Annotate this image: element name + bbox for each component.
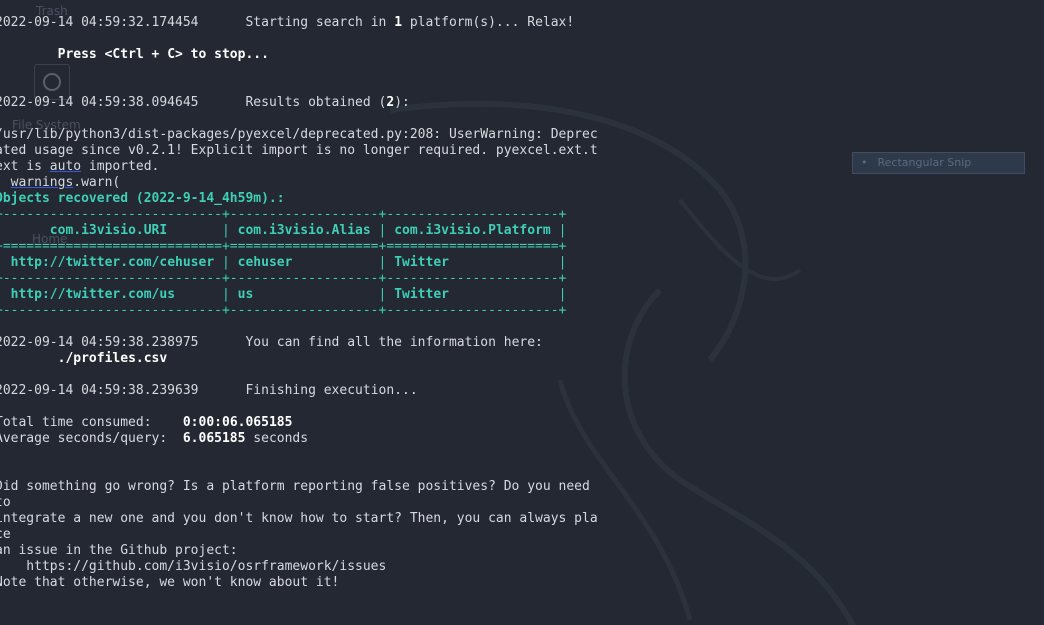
finish-message: Finishing execution... bbox=[245, 383, 418, 398]
github-issues-link[interactable]: https://github.com/i3visio/osrframework/… bbox=[0, 559, 386, 574]
table-header-platform: com.i3visio.Platform bbox=[394, 223, 551, 238]
warning-line-1: /usr/lib/python3/dist-packages/pyexcel/d… bbox=[0, 127, 598, 142]
window-dot-icon: • bbox=[861, 156, 868, 169]
objects-recovered-heading: Objects recovered (2022-9-14_4h59m).: bbox=[0, 191, 285, 206]
table-row-1-uri: http://twitter.com/cehuser bbox=[10, 255, 215, 270]
help-line-2: to bbox=[0, 495, 11, 510]
table-row-1-alias: cehuser bbox=[237, 255, 293, 270]
warning-line-3b: auto bbox=[49, 159, 82, 174]
table-row-2-alias: us bbox=[237, 287, 254, 302]
panel-tab-rectangular-snip[interactable]: • Rectangular Snip bbox=[852, 152, 1025, 174]
average-label: Average seconds/query: bbox=[0, 431, 168, 446]
warning-line-3a: ext is bbox=[0, 159, 50, 174]
press-stop-hint: Press <Ctrl + C> to stop... bbox=[57, 47, 269, 62]
search-prefix: Starting search in bbox=[245, 15, 395, 30]
average-unit: seconds bbox=[245, 431, 309, 446]
search-suffix: platform(s)... Relax! bbox=[402, 15, 575, 30]
warning-line-4a bbox=[0, 175, 11, 190]
table-row-2-uri: http://twitter.com/us bbox=[10, 287, 176, 302]
profiles-path: ./profiles.csv bbox=[57, 351, 168, 366]
total-time-value: 0:00:06.065185 bbox=[182, 415, 293, 430]
find-message: You can find all the information here: bbox=[245, 335, 543, 350]
warning-line-3c: imported. bbox=[81, 159, 160, 174]
help-line-5: an issue in the Github project: bbox=[0, 543, 238, 558]
terminal-output[interactable]: 2022-09-14 04:59:32.174454 Starting sear… bbox=[0, 15, 598, 591]
table-header-alias: com.i3visio.Alias bbox=[237, 223, 371, 238]
panel-tab-label: Rectangular Snip bbox=[877, 156, 972, 169]
table-row-1-platform: Twitter bbox=[394, 255, 449, 270]
results-timestamp: 2022-09-14 04:59:38.094645 bbox=[0, 95, 199, 110]
total-time-label: Total time consumed: bbox=[0, 415, 152, 430]
table-header-uri: com.i3visio.URI bbox=[49, 223, 168, 238]
results-prefix: Results obtained ( bbox=[245, 95, 387, 110]
table-border-header: +============================+==========… bbox=[0, 239, 567, 254]
average-value: 6.065185 bbox=[182, 431, 246, 446]
search-timestamp: 2022-09-14 04:59:32.174454 bbox=[0, 15, 199, 30]
finish-timestamp: 2022-09-14 04:59:38.239639 bbox=[0, 383, 199, 398]
warning-line-4b: warnings bbox=[10, 175, 74, 190]
warning-line-4c: .warn( bbox=[73, 175, 121, 190]
help-line-3: integrate a new one and you don't know h… bbox=[0, 511, 598, 526]
table-border-top: +----------------------------+----------… bbox=[0, 207, 567, 222]
warning-line-2: ated usage since v0.2.1! Explicit import… bbox=[0, 143, 598, 158]
search-platform-count: 1 bbox=[394, 15, 403, 30]
results-count: 2 bbox=[386, 95, 395, 110]
table-border-row: +----------------------------+----------… bbox=[0, 271, 567, 286]
help-line-7: Note that otherwise, we won't know about… bbox=[0, 575, 340, 590]
help-line-4: ce bbox=[0, 527, 11, 542]
find-timestamp: 2022-09-14 04:59:38.238975 bbox=[0, 335, 199, 350]
table-row-2-platform: Twitter bbox=[394, 287, 449, 302]
help-line-1: Did something go wrong? Is a platform re… bbox=[0, 479, 590, 494]
results-suffix: ): bbox=[394, 95, 410, 110]
table-border-bottom: +----------------------------+----------… bbox=[0, 303, 567, 318]
